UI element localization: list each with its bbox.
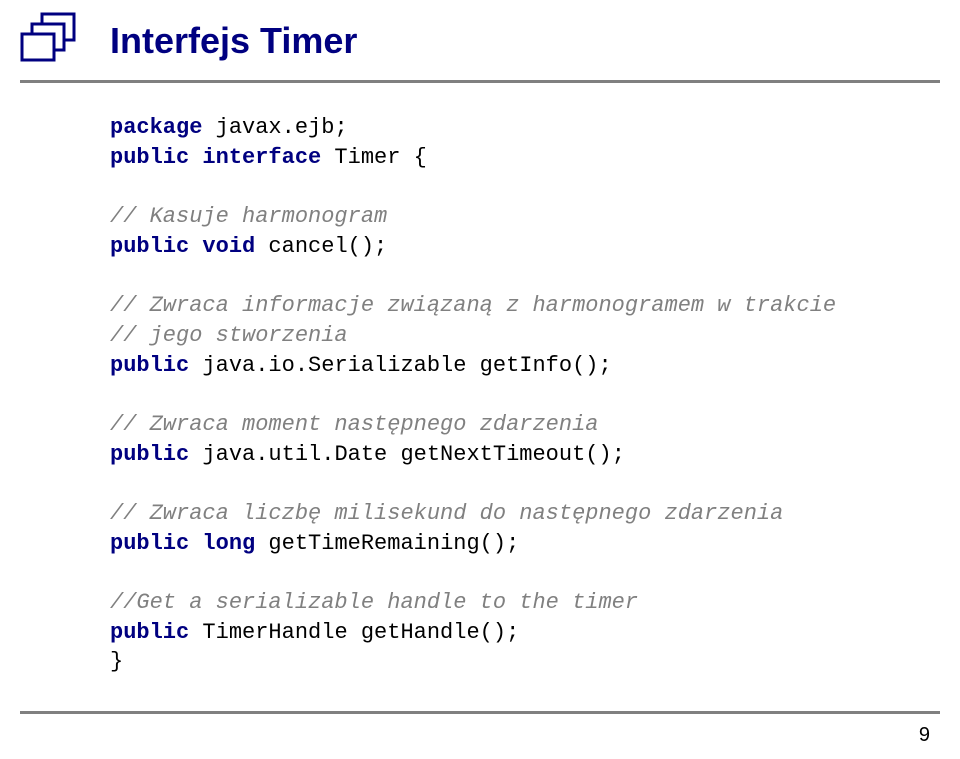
code-keyword: public interface bbox=[110, 145, 321, 170]
code-comment: // Zwraca liczbę milisekund do następneg… bbox=[110, 501, 783, 526]
code-text: javax.ejb; bbox=[202, 115, 347, 140]
slide-logo-icon bbox=[20, 10, 88, 70]
code-text: java.util.Date getNextTimeout(); bbox=[189, 442, 625, 467]
slide-header: Interfejs Timer bbox=[0, 0, 960, 74]
code-comment: // jego stworzenia bbox=[110, 323, 348, 348]
code-text: Timer { bbox=[321, 145, 427, 170]
page-number: 9 bbox=[919, 724, 930, 747]
code-keyword: package bbox=[110, 115, 202, 140]
code-text: java.io.Serializable getInfo(); bbox=[189, 353, 611, 378]
code-keyword: public void bbox=[110, 234, 255, 259]
code-block: package javax.ejb; public interface Time… bbox=[0, 83, 960, 677]
code-comment: // Zwraca moment następnego zdarzenia bbox=[110, 412, 598, 437]
code-text: } bbox=[110, 649, 123, 674]
code-comment: // Kasuje harmonogram bbox=[110, 204, 387, 229]
footer-underline bbox=[20, 711, 940, 714]
code-text: cancel(); bbox=[255, 234, 387, 259]
code-keyword: public bbox=[110, 620, 189, 645]
code-keyword: public bbox=[110, 442, 189, 467]
code-keyword: public long bbox=[110, 531, 255, 556]
slide-title: Interfejs Timer bbox=[110, 20, 960, 74]
code-comment: //Get a serializable handle to the timer bbox=[110, 590, 638, 615]
code-text: TimerHandle getHandle(); bbox=[189, 620, 519, 645]
code-comment: // Zwraca informacje związaną z harmonog… bbox=[110, 293, 836, 318]
code-text: getTimeRemaining(); bbox=[255, 531, 519, 556]
code-keyword: public bbox=[110, 353, 189, 378]
